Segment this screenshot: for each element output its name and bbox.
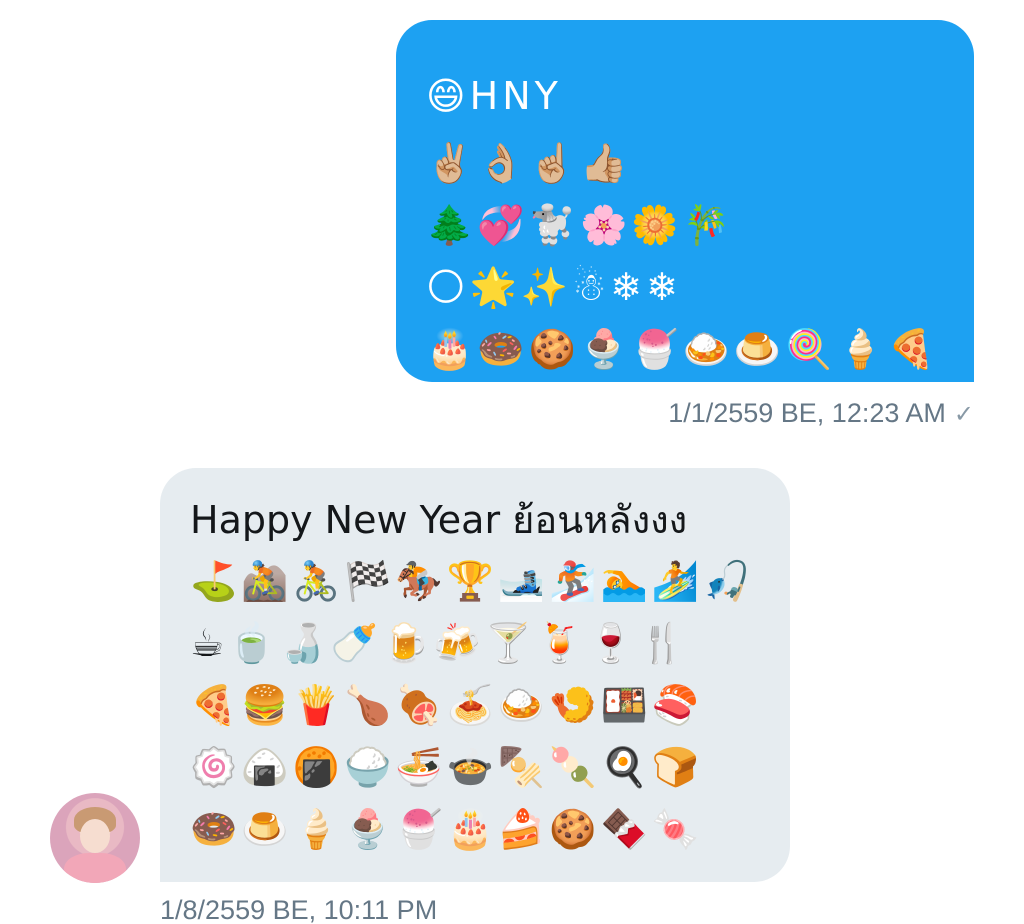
message-line: 🌲💞🐩🌸🌼🎋 bbox=[426, 203, 734, 247]
message-line: 🌕🌟✨☃❄❄ bbox=[426, 265, 682, 309]
incoming-timestamp: 1/8/2559 BE, 10:11 PM bbox=[160, 895, 438, 924]
incoming-message-bubble[interactable]: Happy New Year ย้อนหลังงง ⛳🚵🚴🏁🏇🏆🎿🏂🏊🏄🎣 ☕🍵… bbox=[160, 468, 790, 882]
sender-avatar[interactable] bbox=[50, 793, 140, 883]
avatar-shirt bbox=[64, 853, 126, 883]
message-line: 🎂🍩🍪🍨🍧🍛🍮🍭🍦🍕 bbox=[426, 327, 940, 371]
outgoing-timestamp: 1/1/2559 BE, 12:23 AM ✓ bbox=[668, 398, 974, 429]
conversation-view: 😄HNY ✌🏼👌🏼☝🏼👍🏼 🌲💞🐩🌸🌼🎋 🌕🌟✨☃❄❄ 🎂🍩🍪🍨🍧🍛🍮🍭🍦🍕 1… bbox=[0, 0, 1024, 924]
message-line: 🍥🍙🍘🍚🍜🍲🍢🍡🍳🍞 bbox=[190, 745, 704, 789]
timestamp-text: 1/1/2559 BE, 12:23 AM bbox=[668, 398, 946, 428]
message-line: 😄HNY bbox=[426, 74, 562, 118]
message-line: ☕🍵🍶🍼🍺🍻🍸🍹🍷🍴 bbox=[190, 621, 690, 665]
outgoing-message-bubble[interactable]: 😄HNY ✌🏼👌🏼☝🏼👍🏼 🌲💞🐩🌸🌼🎋 🌕🌟✨☃❄❄ 🎂🍩🍪🍨🍧🍛🍮🍭🍦🍕 bbox=[396, 20, 974, 382]
message-line: 🍩🍮🍦🍨🍧🎂🍰🍪🍫🍬 bbox=[190, 807, 704, 851]
message-line: ✌🏼👌🏼☝🏼👍🏼 bbox=[426, 141, 632, 185]
read-check-icon: ✓ bbox=[953, 401, 974, 428]
message-line: Happy New Year ย้อนหลังงง bbox=[190, 498, 688, 542]
avatar-face bbox=[80, 819, 110, 853]
message-line: 🍕🍔🍟🍗🍖🍝🍛🍤🍱🍣 bbox=[190, 683, 704, 727]
message-line: ⛳🚵🚴🏁🏇🏆🎿🏂🏊🏄🎣 bbox=[190, 559, 755, 603]
